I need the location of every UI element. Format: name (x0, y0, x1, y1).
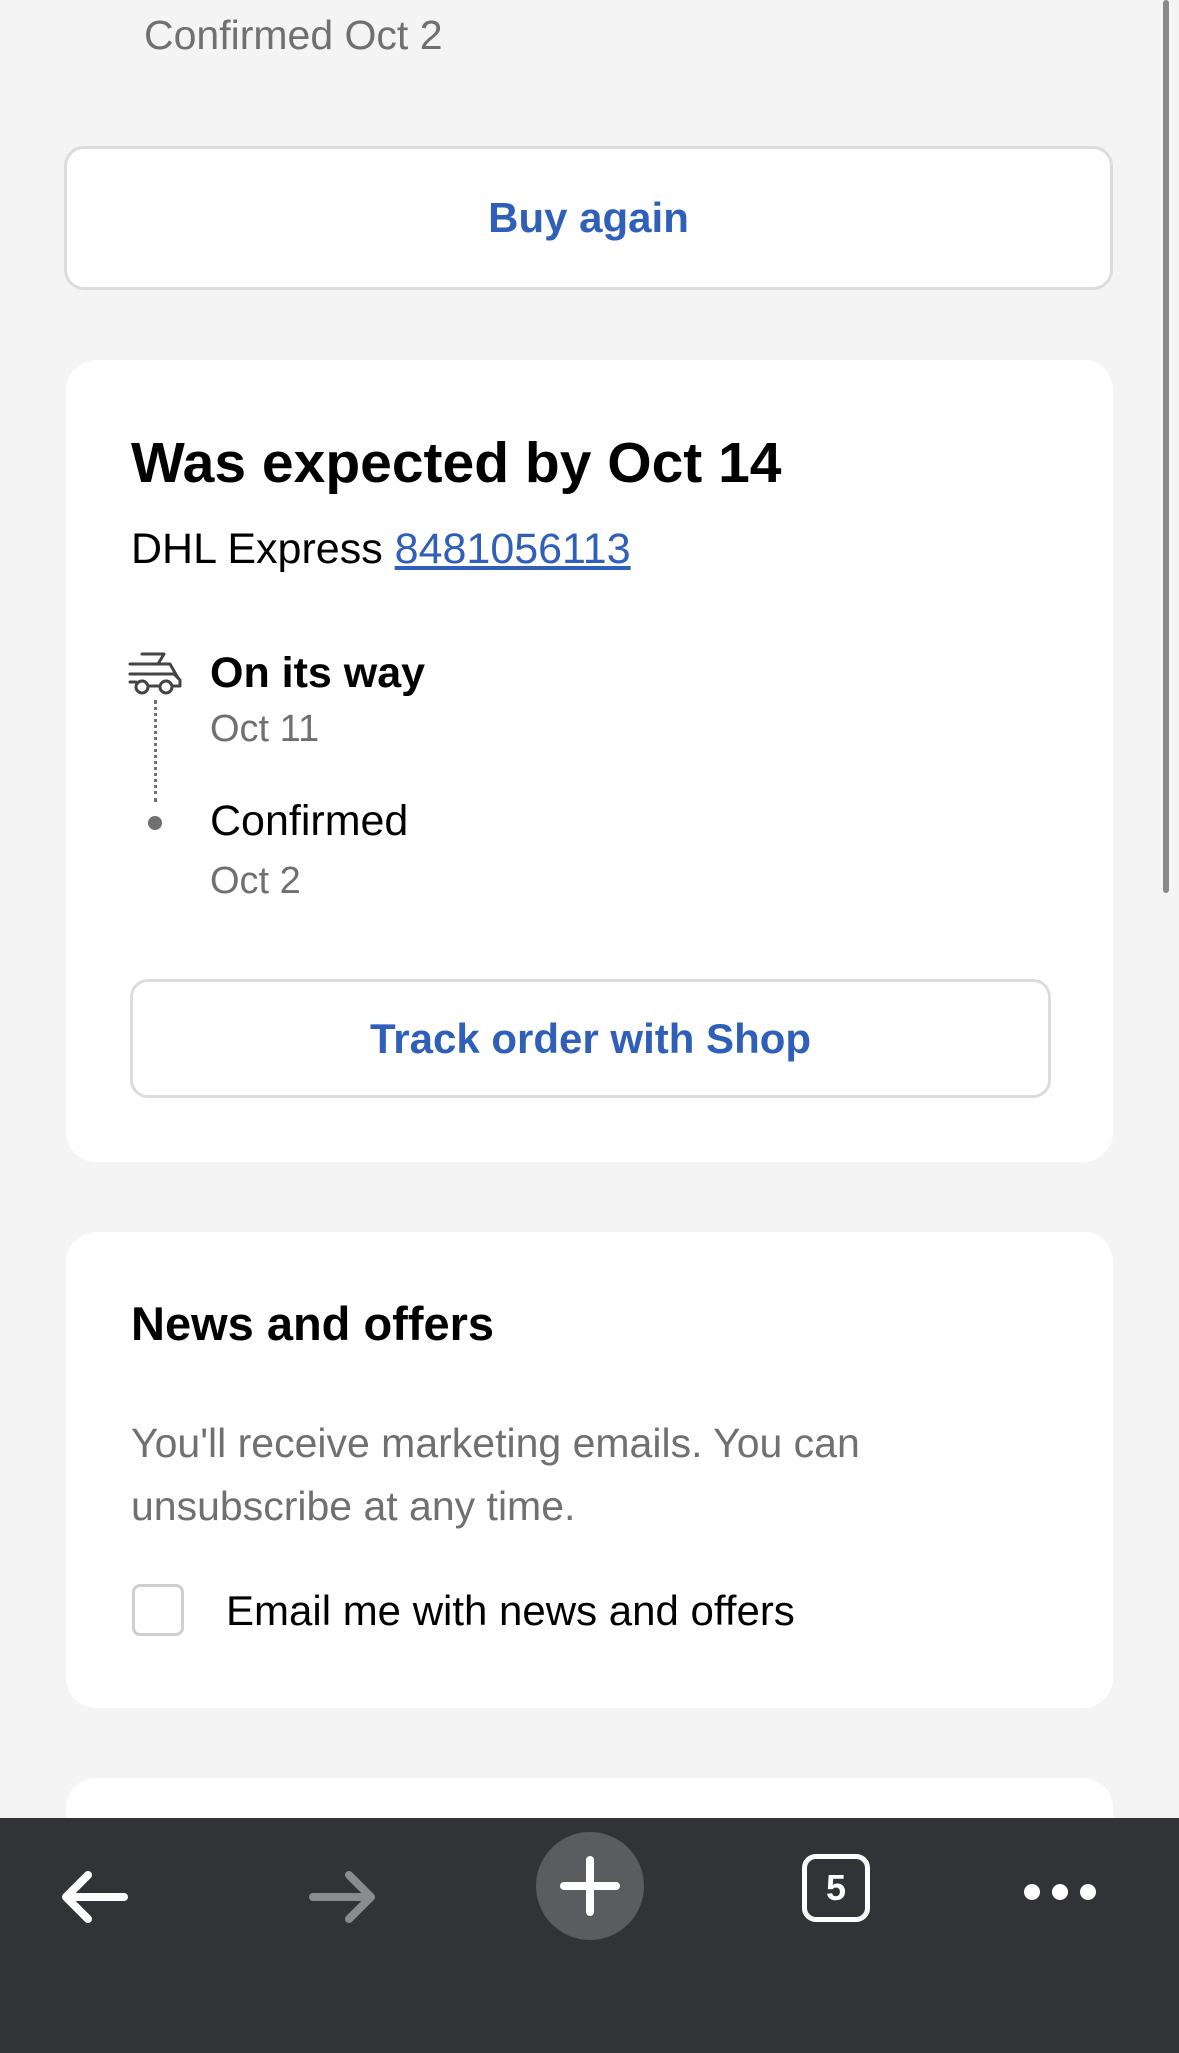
tab-count: 5 (825, 1867, 847, 1908)
truck-icon (128, 652, 182, 695)
tabs-icon: 5 (802, 1854, 870, 1922)
back-button[interactable] (50, 1852, 140, 1942)
forward-arrow-icon (309, 1871, 375, 1923)
scrollbar[interactable] (1163, 0, 1169, 893)
timeline-connector (154, 700, 157, 802)
step-date-on-its-way: Oct 11 (210, 708, 320, 750)
news-title: News and offers (131, 1297, 495, 1350)
new-tab-button[interactable] (536, 1832, 644, 1940)
timeline-dot (148, 816, 162, 830)
carrier-name: DHL Express (131, 525, 383, 573)
step-date-confirmed: Oct 2 (210, 860, 301, 902)
buy-again-button[interactable]: Buy again (64, 146, 1113, 290)
email-news-checkbox[interactable] (132, 1584, 184, 1636)
news-description: You'll receive marketing emails. You can… (131, 1420, 860, 1529)
back-arrow-icon (62, 1871, 128, 1923)
plus-icon (560, 1856, 620, 1916)
carrier-line: DHL Express 8481056113 (131, 522, 631, 576)
tracking-number-link[interactable]: 8481056113 (395, 525, 631, 573)
confirmed-status-text: Confirmed Oct 2 (144, 12, 443, 58)
forward-button[interactable] (297, 1852, 387, 1942)
expected-delivery-title: Was expected by Oct 14 (131, 431, 782, 495)
browser-toolbar: 5 (0, 1818, 1179, 2053)
tracking-card: Was expected by Oct 14 DHL Express 84810… (66, 360, 1113, 1162)
more-button[interactable] (1020, 1852, 1100, 1932)
more-icon (1024, 1884, 1096, 1900)
email-news-checkbox-label[interactable]: Email me with news and offers (226, 1584, 795, 1638)
tabs-button[interactable]: 5 (796, 1848, 876, 1928)
track-order-button[interactable]: Track order with Shop (130, 979, 1051, 1098)
news-offers-card: News and offers You'll receive marketing… (66, 1232, 1113, 1708)
step-label-on-its-way: On its way (210, 649, 426, 697)
step-label-confirmed: Confirmed (210, 797, 409, 845)
